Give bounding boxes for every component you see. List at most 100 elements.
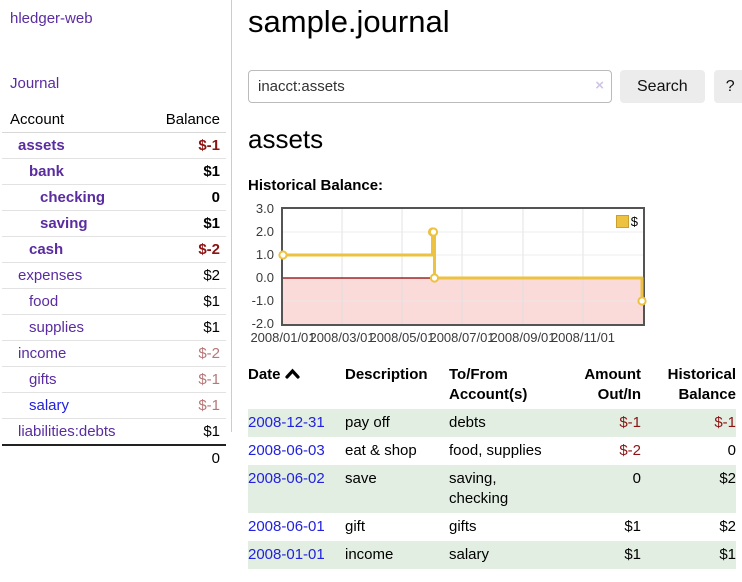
app-window: hledger-web Journal Account Balance asse… [0, 0, 742, 569]
transaction-date-link[interactable]: 2008-06-03 [248, 442, 325, 459]
account-link-expenses[interactable]: expenses [18, 267, 82, 284]
account-link-liabilities-debts[interactable]: liabilities:debts [18, 423, 116, 440]
transaction-description: income [345, 541, 449, 569]
account-link-saving[interactable]: saving [40, 215, 88, 232]
transaction-amount: 0 [555, 465, 641, 513]
transaction-accounts: debts [449, 409, 555, 437]
register-header-accounts: To/From Account(s) [449, 363, 555, 409]
account-row-gifts: gifts $-1 [2, 367, 226, 393]
account-heading: assets [248, 124, 742, 155]
app-title-link[interactable]: hledger-web [10, 10, 93, 27]
transaction-amount: $1 [555, 541, 641, 569]
transaction-balance: $1 [641, 541, 736, 569]
legend-swatch [616, 215, 629, 228]
account-balance: $-1 [142, 367, 226, 393]
main-content: sample.journal × Search ? assets Histori… [232, 0, 742, 569]
chart-svg [283, 209, 643, 324]
transaction-amount: $-1 [555, 409, 641, 437]
register-header-balance: Historical Balance [641, 363, 736, 409]
transaction-balance: $2 [641, 513, 736, 541]
account-row-cash: cash $-2 [2, 237, 226, 263]
app-title: hledger-web [0, 8, 232, 29]
account-link-income[interactable]: income [18, 345, 66, 362]
sidebar: hledger-web Journal Account Balance asse… [0, 0, 232, 569]
transaction-date-link[interactable]: 2008-06-01 [248, 518, 325, 535]
register-header-amount: Amount Out/In [555, 363, 641, 409]
clear-search-icon[interactable]: × [595, 77, 604, 95]
account-balance: 0 [142, 185, 226, 211]
chart-legend: $ [616, 214, 638, 229]
account-link-supplies[interactable]: supplies [29, 319, 84, 336]
sort-ascending-icon [285, 365, 300, 385]
y-tick-label: -1.0 [244, 294, 274, 308]
account-link-assets[interactable]: assets [18, 137, 65, 154]
chart-plot-area: $ [281, 207, 645, 326]
chart-y-axis-labels: 3.02.01.00.0-1.0-2.0 [248, 207, 274, 326]
transaction-description: pay off [345, 409, 449, 437]
transaction-accounts: food, supplies [449, 437, 555, 465]
account-row-assets: assets $-1 [2, 133, 226, 159]
register-table: Date Description To/From Account(s) Amou… [248, 363, 736, 569]
account-balance: $-2 [142, 341, 226, 367]
accounts-header-account: Account [2, 108, 142, 133]
account-row-salary: salary $-1 [2, 393, 226, 419]
sidebar-item-journal[interactable]: Journal [0, 73, 232, 94]
accounts-table: Account Balance assets $-1 bank $1 check… [2, 108, 226, 471]
account-balance: $2 [142, 263, 226, 289]
account-balance: $-2 [142, 237, 226, 263]
accounts-total-row: 0 [2, 445, 226, 471]
account-row-checking: checking 0 [2, 185, 226, 211]
account-balance: $1 [142, 315, 226, 341]
x-tick-label: 2008/07/01 [427, 330, 497, 345]
register-row: 2008-01-01 income salary $1 $1 [248, 541, 736, 569]
transaction-date-link[interactable]: 2008-01-01 [248, 546, 325, 563]
register-row: 2008-06-01 gift gifts $1 $2 [248, 513, 736, 541]
account-row-food: food $1 [2, 289, 226, 315]
register-header-row: Date Description To/From Account(s) Amou… [248, 363, 736, 409]
register-header-description: Description [345, 363, 449, 409]
account-balance: $1 [142, 159, 226, 185]
accounts-header-balance: Balance [142, 108, 226, 133]
y-tick-label: 2.0 [244, 225, 274, 239]
account-link-bank[interactable]: bank [29, 163, 64, 180]
transaction-accounts: gifts [449, 513, 555, 541]
accounts-total-value: 0 [142, 445, 226, 471]
account-link-salary[interactable]: salary [29, 397, 69, 414]
account-balance: $-1 [142, 393, 226, 419]
register-row: 2008-12-31 pay off debts $-1 $-1 [248, 409, 736, 437]
transaction-amount: $1 [555, 513, 641, 541]
account-balance: $-1 [142, 133, 226, 159]
transaction-description: eat & shop [345, 437, 449, 465]
help-button[interactable]: ? [714, 70, 742, 103]
transaction-balance: 0 [641, 437, 736, 465]
account-row-saving: saving $1 [2, 211, 226, 237]
search-input[interactable] [248, 70, 612, 103]
transaction-description: gift [345, 513, 449, 541]
transaction-accounts: salary [449, 541, 555, 569]
transaction-balance: $-1 [641, 409, 736, 437]
transaction-description: save [345, 465, 449, 513]
search-button[interactable]: Search [620, 70, 705, 103]
account-row-supplies: supplies $1 [2, 315, 226, 341]
account-row-income: income $-2 [2, 341, 226, 367]
journal-link[interactable]: Journal [10, 75, 59, 92]
search-row: × Search ? [248, 70, 742, 103]
page-title: sample.journal [248, 4, 742, 40]
transaction-date-link[interactable]: 2008-06-02 [248, 470, 325, 487]
account-link-food[interactable]: food [29, 293, 58, 310]
x-tick-label: 2008/11/01 [548, 330, 618, 345]
account-link-checking[interactable]: checking [40, 189, 105, 206]
account-row-expenses: expenses $2 [2, 263, 226, 289]
account-balance: $1 [142, 211, 226, 237]
account-link-gifts[interactable]: gifts [29, 371, 57, 388]
chart-x-axis-labels: 2008/01/012008/03/012008/05/012008/07/01… [281, 330, 645, 346]
account-row-bank: bank $1 [2, 159, 226, 185]
register-header-date[interactable]: Date [248, 363, 345, 409]
register-row: 2008-06-03 eat & shop food, supplies $-2… [248, 437, 736, 465]
account-balance: $1 [142, 289, 226, 315]
transaction-date-link[interactable]: 2008-12-31 [248, 414, 325, 431]
chart-label: Historical Balance: [248, 177, 742, 194]
account-link-cash[interactable]: cash [29, 241, 63, 258]
historical-balance-chart: 3.02.01.00.0-1.0-2.0 $ 2008/01/012008/03… [248, 207, 742, 347]
search-box: × [248, 70, 612, 103]
